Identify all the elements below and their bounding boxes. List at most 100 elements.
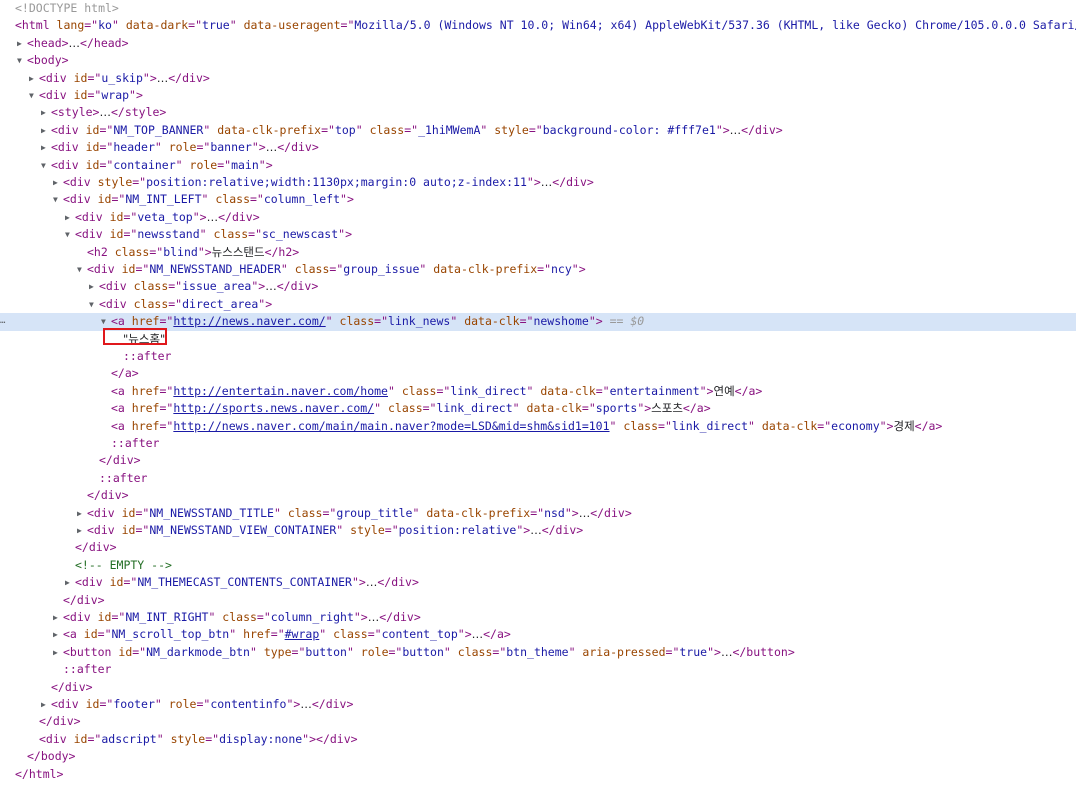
- token-tag: <div: [99, 296, 127, 311]
- triangle-down-icon[interactable]: ▼: [89, 296, 99, 313]
- tree-node-line[interactable]: ▶ <div id="header" role="banner">…</div>: [0, 139, 1076, 156]
- tree-node-line[interactable]: ▶ <div id="footer" role="contentinfo">…</…: [0, 696, 1076, 713]
- triangle-right-icon[interactable]: ▶: [65, 574, 75, 591]
- token-tag: ">: [637, 401, 652, 416]
- triangle-right-icon[interactable]: ▶: [41, 122, 51, 139]
- triangle-right-icon[interactable]: ▶: [41, 696, 51, 713]
- tree-node-line[interactable]: ▶<html lang="ko" data-dark="true" data-u…: [0, 17, 1076, 34]
- tree-node-line[interactable]: ▶</div>: [0, 679, 1076, 696]
- token-av: button: [402, 644, 444, 659]
- tree-node-line[interactable]: ▶<a href="http://news.naver.com/main/mai…: [0, 418, 1076, 435]
- tree-node-line[interactable]: ▼ <div id="NM_INT_LEFT" class="column_lef…: [0, 191, 1076, 208]
- token-tag: <div: [75, 209, 103, 224]
- triangle-right-icon[interactable]: ▶: [89, 278, 99, 295]
- tree-node-line[interactable]: ▶ <div id="NM_NEWSSTAND_TITLE" class="gro…: [0, 505, 1076, 522]
- triangle-right-icon[interactable]: ▶: [29, 70, 39, 87]
- tree-node-line[interactable]: ▶<h2 class="blind">뉴스스탠드</h2>: [0, 244, 1076, 261]
- tree-node-line[interactable]: ▶</html>: [0, 766, 1076, 783]
- token-txt: …: [300, 697, 312, 711]
- triangle-right-icon[interactable]: ▶: [53, 174, 63, 191]
- triangle-right-icon[interactable]: ▶: [77, 505, 87, 522]
- token-cmt: <!-- EMPTY -->: [75, 557, 172, 572]
- token-tag: </div>: [75, 540, 117, 555]
- tree-node-line[interactable]: ▶</div>: [0, 452, 1076, 469]
- triangle-down-icon[interactable]: ▼: [17, 52, 27, 69]
- tree-node-line[interactable]: ▶<a href="http://entertain.naver.com/hom…: [0, 383, 1076, 400]
- tree-node-line[interactable]: ▶</a>: [0, 365, 1076, 382]
- triangle-down-icon[interactable]: ▼: [53, 191, 63, 208]
- triangle-right-icon[interactable]: ▶: [17, 35, 27, 52]
- tree-node-line[interactable]: ▶</div>: [0, 713, 1076, 730]
- token-av: ncy: [551, 262, 572, 276]
- tree-node-line[interactable]: ▼ <div class="direct_area">: [0, 296, 1076, 313]
- token-av: ko: [98, 18, 112, 33]
- tree-node-line[interactable]: ▶</div>: [0, 539, 1076, 556]
- triangle-down-icon[interactable]: ▼: [77, 261, 87, 278]
- tree-node-line[interactable]: ▶ <div id="NM_NEWSSTAND_VIEW_CONTAINER" s…: [0, 522, 1076, 539]
- tree-node-line[interactable]: ▶ <div style="position:relative;width:113…: [0, 174, 1076, 191]
- tree-node-line[interactable]: ▶ <style>…</style>: [0, 104, 1076, 121]
- token-an: id: [66, 70, 88, 85]
- tree-node-line[interactable]: ▶ <div id="NM_TOP_BANNER" data-clk-prefix…: [0, 122, 1076, 139]
- triangle-right-icon[interactable]: ▶: [65, 209, 75, 226]
- token-link[interactable]: http://news.naver.com/: [173, 314, 325, 328]
- elements-tree[interactable]: ▶<!DOCTYPE html>▶<html lang="ko" data-da…: [0, 0, 1076, 785]
- triangle-down-icon[interactable]: ▼: [41, 157, 51, 174]
- token-txt: …: [265, 140, 278, 155]
- tree-node-line[interactable]: ▶<div id="adscript" style="display:none"…: [0, 731, 1076, 748]
- token-an: role: [161, 697, 197, 711]
- tree-node-line[interactable]: ▶::after: [0, 470, 1076, 487]
- tree-node-line[interactable]: ▼ <div id="NM_NEWSSTAND_HEADER" class="gr…: [0, 261, 1076, 278]
- token-an: href: [124, 401, 160, 416]
- token-tag: </style>: [110, 105, 167, 120]
- token-tag: </div>: [276, 279, 319, 294]
- tree-node-line[interactable]: ▶ <div id="veta_top">…</div>: [0, 209, 1076, 226]
- token-av: Mozilla/5.0 (Windows NT 10.0; Win64; x64…: [354, 18, 1076, 33]
- triangle-right-icon[interactable]: ▶: [41, 104, 51, 121]
- triangle-right-icon[interactable]: ▶: [41, 139, 51, 156]
- token-tag: <body>: [27, 53, 69, 68]
- tree-node-line[interactable]: ▶ <button id="NM_darkmode_btn" type="butt…: [0, 644, 1076, 661]
- token-link[interactable]: http://entertain.naver.com/home: [173, 384, 388, 398]
- tree-node-line[interactable]: ▶<!DOCTYPE html>: [0, 0, 1076, 17]
- tree-node-line[interactable]: ▼ <body>: [0, 52, 1076, 69]
- tree-node-line[interactable]: ▶ <a id="NM_scroll_top_btn" href="#wrap" …: [0, 626, 1076, 643]
- tree-node-line[interactable]: ▶ <div class="issue_area">…</div>: [0, 278, 1076, 295]
- token-av: group_title: [336, 505, 413, 520]
- triangle-right-icon[interactable]: ▶: [53, 626, 63, 643]
- token-link[interactable]: http://news.naver.com/main/main.naver?mo…: [173, 419, 609, 433]
- token-tag: <div: [99, 279, 127, 294]
- token-pseudo: ::after: [63, 662, 112, 677]
- token-av: NM_NEWSSTAND_VIEW_CONTAINER: [149, 523, 337, 537]
- tree-node-line[interactable]: ▶<!-- EMPTY -->: [0, 557, 1076, 574]
- tree-node-line[interactable]: ▶::after: [0, 661, 1076, 678]
- tree-node-line[interactable]: ▶ <div id="NM_THEMECAST_CONTENTS_CONTAINE…: [0, 574, 1076, 591]
- tree-node-line[interactable]: ▶::after: [0, 435, 1076, 452]
- tree-node-line[interactable]: ▶</body>: [0, 748, 1076, 765]
- tree-node-line[interactable]: ▶::after: [0, 348, 1076, 365]
- triangle-right-icon[interactable]: ▶: [53, 609, 63, 626]
- tree-node-line[interactable]: ▶</div>: [0, 487, 1076, 504]
- tree-node-line[interactable]: ▼ <div id="newsstand" class="sc_newscast"…: [0, 226, 1076, 243]
- tree-node-line[interactable]: ▶ <div id="u_skip">…</div>: [0, 70, 1076, 87]
- token-tag: =": [658, 418, 672, 433]
- tree-node-line[interactable]: ▼ <div id="container" role="main">: [0, 157, 1076, 174]
- tree-node-line[interactable]: ▼ <div id="wrap">: [0, 87, 1076, 104]
- token-av: true: [679, 644, 708, 659]
- token-tag: </div>: [741, 122, 783, 137]
- tree-node-line[interactable]: ▶ <head>…</head>: [0, 35, 1076, 52]
- token-an: data-clk-prefix: [426, 262, 538, 276]
- token-link[interactable]: http://sports.news.naver.com/: [173, 401, 374, 415]
- tree-node-line[interactable]: ▶<a href="http://sports.news.naver.com/"…: [0, 400, 1076, 417]
- tree-node-line[interactable]: ▶</div>: [0, 592, 1076, 609]
- token-tag: <div: [51, 697, 79, 711]
- tree-node-line[interactable]: ▶ <div id="NM_INT_RIGHT" class="column_ri…: [0, 609, 1076, 626]
- token-link[interactable]: #wrap: [285, 627, 320, 641]
- token-tag: =": [374, 314, 389, 329]
- token-tag: ": [249, 644, 257, 659]
- token-an: type: [256, 644, 292, 659]
- triangle-right-icon[interactable]: ▶: [53, 644, 63, 661]
- triangle-right-icon[interactable]: ▶: [77, 522, 87, 539]
- triangle-down-icon[interactable]: ▼: [65, 226, 75, 243]
- triangle-down-icon[interactable]: ▼: [29, 87, 39, 104]
